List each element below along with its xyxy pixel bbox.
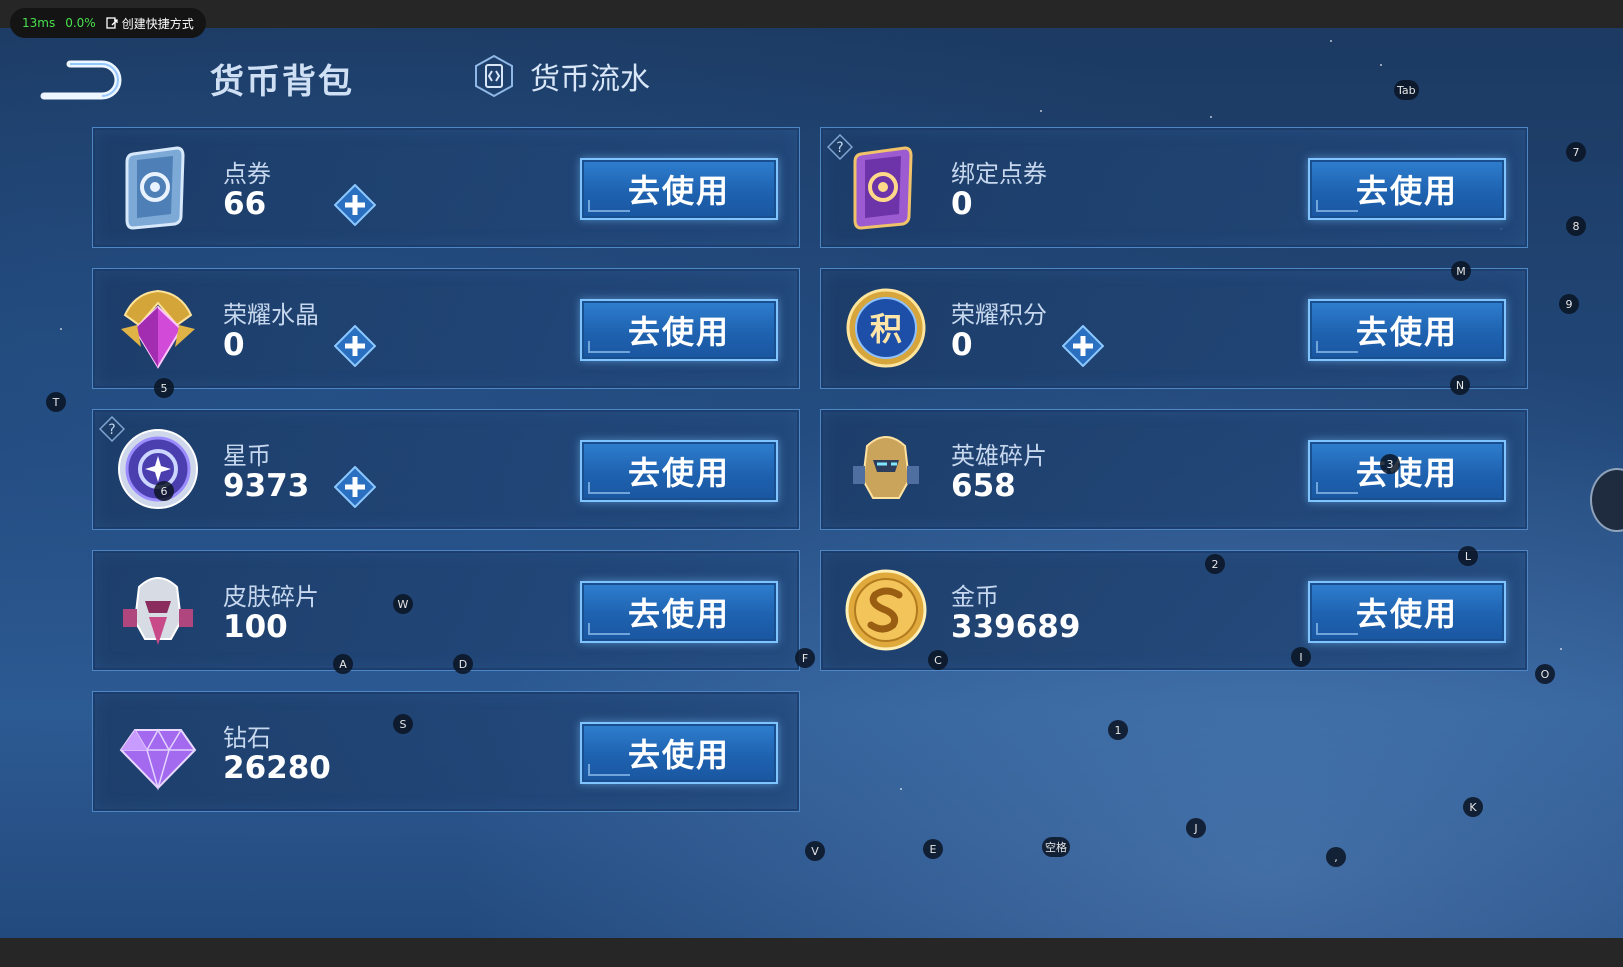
voucher-blue-icon bbox=[125, 146, 185, 230]
diamond-icon bbox=[119, 728, 197, 791]
currency-card-glory-crystal: 荣耀水晶 0 去使用 bbox=[92, 268, 800, 389]
currency-card-skin-fragment: 皮肤碎片 100 去使用 bbox=[92, 550, 800, 671]
currency-card-voucher: 点券 66 去使用 bbox=[92, 127, 800, 248]
shortcut-label: 创建快捷方式 bbox=[121, 16, 194, 31]
currency-name: 点券 bbox=[223, 160, 271, 188]
currency-amount: 26280 bbox=[223, 750, 331, 786]
key-hint-s[interactable]: S bbox=[393, 714, 413, 734]
currency-card-hero-fragment: 英雄碎片 658 去使用 bbox=[820, 409, 1528, 530]
side-menu-knob[interactable] bbox=[1590, 468, 1623, 532]
glory-points-icon: 积 bbox=[846, 288, 926, 368]
currency-amount: 66 bbox=[223, 186, 267, 222]
emulator-bottom-bar bbox=[0, 938, 1623, 967]
back-arrow-button[interactable] bbox=[40, 56, 124, 100]
use-button[interactable]: 去使用 bbox=[580, 158, 778, 220]
currency-flow-label: 货币流水 bbox=[530, 62, 650, 97]
key-hint-e[interactable]: E bbox=[923, 839, 943, 859]
currency-amount: 0 bbox=[951, 327, 973, 363]
key-hint-t[interactable]: T bbox=[46, 392, 66, 412]
currency-name: 英雄碎片 bbox=[951, 442, 1047, 470]
currency-amount: 9373 bbox=[223, 468, 310, 504]
currency-name: 荣耀水晶 bbox=[223, 301, 319, 329]
key-hint-i[interactable]: I bbox=[1291, 647, 1311, 667]
glory-crystal-icon bbox=[121, 289, 195, 369]
currency-amount: 339689 bbox=[951, 609, 1081, 645]
currency-amount: 0 bbox=[223, 327, 245, 363]
use-button[interactable]: 去使用 bbox=[580, 581, 778, 643]
currency-flow-tab[interactable]: 货币流水 bbox=[472, 54, 650, 98]
emulator-top-bar bbox=[0, 0, 1623, 28]
use-button[interactable]: 去使用 bbox=[1308, 299, 1506, 361]
key-hint-k[interactable]: K bbox=[1463, 797, 1483, 817]
shortcut-icon bbox=[106, 17, 118, 29]
currency-amount: 100 bbox=[223, 609, 288, 645]
currency-amount: 0 bbox=[951, 186, 973, 222]
use-button[interactable]: 去使用 bbox=[1308, 581, 1506, 643]
key-hint-l[interactable]: L bbox=[1458, 546, 1478, 566]
plus-icon[interactable] bbox=[1062, 325, 1104, 367]
key-hint-m[interactable]: M bbox=[1451, 261, 1471, 281]
hero-fragment-icon bbox=[853, 436, 919, 499]
use-button[interactable]: 去使用 bbox=[580, 440, 778, 502]
key-hint-d[interactable]: D bbox=[453, 654, 473, 674]
currency-flow-icon bbox=[475, 54, 513, 98]
key-hint-c[interactable]: C bbox=[928, 650, 948, 670]
key-hint-1[interactable]: 1 bbox=[1108, 720, 1128, 740]
currency-amount: 658 bbox=[951, 468, 1016, 504]
skin-fragment-icon bbox=[123, 577, 193, 645]
use-button[interactable]: 去使用 bbox=[580, 722, 778, 784]
key-hint-n[interactable]: N bbox=[1450, 375, 1470, 395]
key-hint-a[interactable]: A bbox=[333, 654, 353, 674]
plus-icon[interactable] bbox=[334, 466, 376, 508]
emblem-glyph: 积 bbox=[870, 310, 902, 348]
currency-card-bound-voucher: ? 绑定点券 0 去使用 bbox=[820, 127, 1528, 248]
key-hint-5[interactable]: 5 bbox=[154, 378, 174, 398]
key-hint-7[interactable]: 7 bbox=[1566, 142, 1586, 162]
currency-name: 金币 bbox=[951, 583, 999, 611]
key-hint-o[interactable]: O bbox=[1535, 664, 1555, 684]
bound-voucher-purple-icon bbox=[853, 146, 913, 230]
currency-name: 钻石 bbox=[223, 724, 271, 752]
key-hint-3[interactable]: 3 bbox=[1380, 454, 1400, 474]
emulator-status-pill: 13ms 0.0% 创建快捷方式 bbox=[10, 8, 206, 38]
currency-card-gold-coin: 金币 339689 去使用 bbox=[820, 550, 1528, 671]
key-hint-2[interactable]: 2 bbox=[1205, 554, 1225, 574]
plus-icon[interactable] bbox=[334, 184, 376, 226]
currency-backpack-screen: 货币背包 货币流水 点券 66 去使用 ? 绑定点券 0 去使用 荣耀水晶 0 … bbox=[0, 28, 1623, 938]
currency-name: 星币 bbox=[223, 442, 271, 470]
use-button[interactable]: 去使用 bbox=[1308, 158, 1506, 220]
create-shortcut-button[interactable]: 创建快捷方式 bbox=[106, 15, 194, 32]
page-title: 货币背包 bbox=[210, 62, 354, 102]
key-hint-9[interactable]: 9 bbox=[1559, 294, 1579, 314]
currency-name: 荣耀积分 bbox=[951, 301, 1047, 329]
gold-coin-icon bbox=[845, 569, 927, 651]
latency-readout: 13ms bbox=[22, 16, 56, 30]
key-hint-j[interactable]: J bbox=[1186, 818, 1206, 838]
key-hint-8[interactable]: 8 bbox=[1566, 216, 1586, 236]
use-button[interactable]: 去使用 bbox=[580, 299, 778, 361]
key-hint-space[interactable]: 空格 bbox=[1042, 837, 1070, 857]
currency-card-glory-points: 积 荣耀积分 0 去使用 bbox=[820, 268, 1528, 389]
percent-readout: 0.0% bbox=[65, 16, 96, 30]
plus-icon[interactable] bbox=[334, 325, 376, 367]
key-hint-v[interactable]: V bbox=[805, 841, 825, 861]
key-hint-f[interactable]: F bbox=[795, 648, 815, 668]
use-button[interactable]: 去使用 bbox=[1308, 440, 1506, 502]
currency-name: 绑定点券 bbox=[951, 160, 1047, 188]
key-hint-comma[interactable]: , bbox=[1326, 847, 1346, 867]
key-hint-tab[interactable]: Tab bbox=[1394, 80, 1419, 100]
key-hint-w[interactable]: W bbox=[393, 594, 413, 614]
currency-name: 皮肤碎片 bbox=[223, 583, 319, 611]
currency-card-star-coin: ? 星币 9373 去使用 bbox=[92, 409, 800, 530]
currency-card-diamond: 钻石 26280 去使用 bbox=[92, 691, 800, 812]
key-hint-6[interactable]: 6 bbox=[154, 481, 174, 501]
